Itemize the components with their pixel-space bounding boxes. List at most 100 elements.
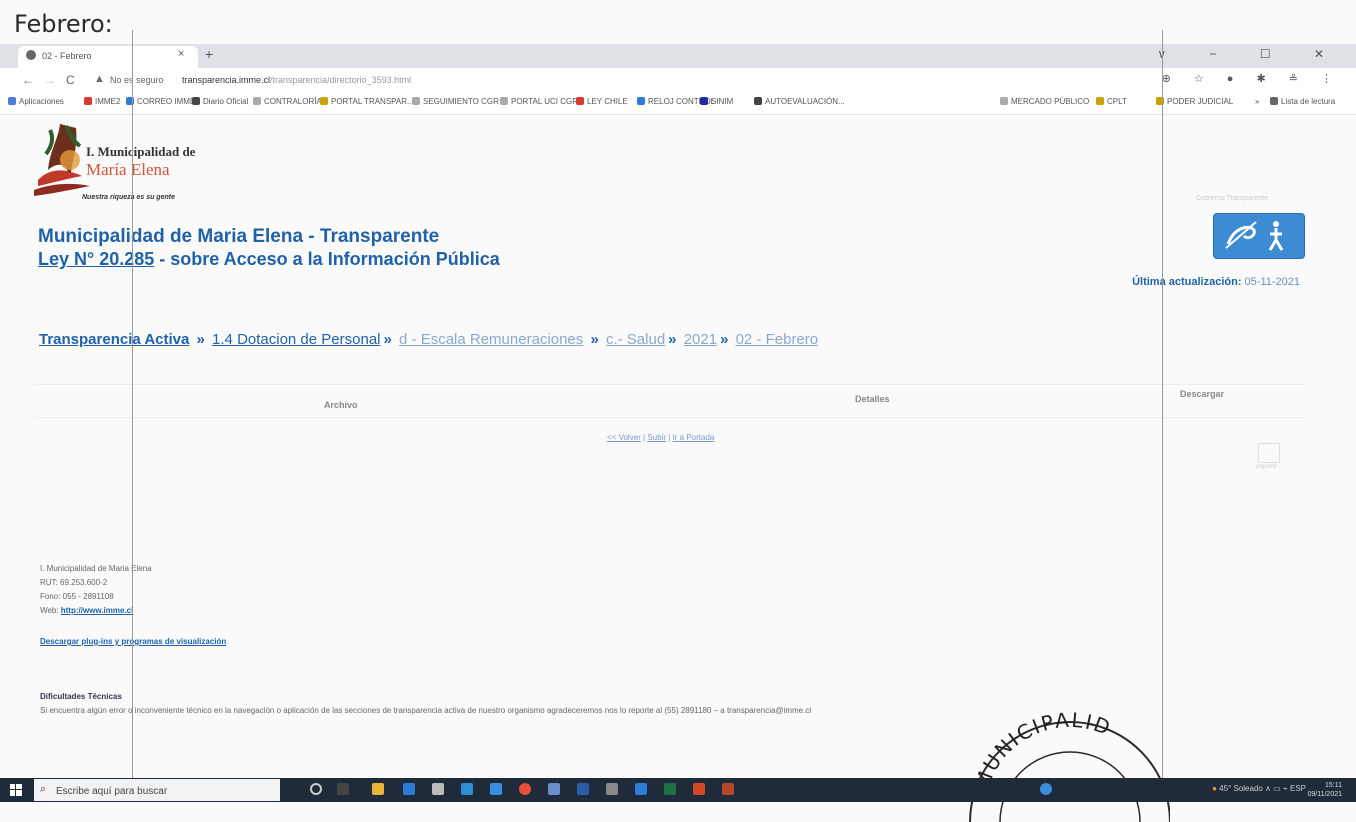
forward-button[interactable]: →	[44, 73, 56, 87]
bookmark-label: Lista de lectura	[1281, 97, 1336, 106]
toolbar-extension-icons[interactable]: ⊕ ☆ ● ✱ ≗ ⋮	[1162, 72, 1342, 85]
bookmark-icon	[320, 97, 328, 105]
tab-title: 02 - Febrero	[42, 51, 92, 61]
edge-icon[interactable]	[403, 783, 415, 795]
breadcrumb-item[interactable]: d - Escala Remuneraciones	[399, 331, 583, 348]
breadcrumb: Transparencia Activa » 1.4 Dotacion de P…	[39, 331, 818, 348]
last-update: Última actualización: 05-11-2021	[1132, 276, 1300, 288]
bookmark-item[interactable]: PODER JUDICIAL	[1156, 97, 1233, 106]
home-link[interactable]: Ir a Portada	[673, 433, 715, 442]
new-tab-button[interactable]: +	[205, 46, 213, 62]
bookmark-item[interactable]: LEY CHILE	[576, 97, 628, 106]
bookmark-item[interactable]: AUTOEVALUACIÓN...	[754, 97, 845, 106]
footer-web-link[interactable]: http://www.imme.cl	[61, 606, 134, 615]
phone-icon[interactable]	[490, 783, 502, 795]
file-explorer-icon[interactable]	[372, 783, 384, 795]
breadcrumb-separator: »	[720, 331, 729, 348]
footer-rut: RUT: 69.253.600-2	[40, 578, 108, 587]
print-icon[interactable]	[1258, 443, 1280, 463]
bookmark-item[interactable]: PORTAL UCI CGR	[500, 97, 578, 106]
bookmark-icon	[412, 97, 420, 105]
bookmark-item[interactable]: Lista de lectura	[1270, 97, 1335, 106]
back-link[interactable]: << Volver	[607, 433, 641, 442]
powerpoint-icon[interactable]	[693, 783, 705, 795]
tech-difficulties-text: Si encuentra algún error o inconveniente…	[40, 706, 812, 715]
gobierno-transparente-label: Gobierno Transparente	[1196, 195, 1268, 202]
bookmark-item[interactable]: CPLT	[1096, 97, 1127, 106]
page-subtitle: Ley N° 20.285 - sobre Acceso a la Inform…	[38, 249, 500, 270]
language-indicator: ESP	[1289, 784, 1306, 793]
municipal-stamp: MUNICIPALID	[969, 712, 1170, 822]
bookmark-icon	[84, 97, 92, 105]
weather-icon: ●	[1212, 784, 1217, 793]
bookmark-label: Diario Oficial	[203, 97, 249, 106]
breadcrumb-separator: »	[196, 331, 205, 348]
logo-text-line2: María Elena	[86, 160, 170, 179]
bookmark-item[interactable]: CONTRALORÍA	[253, 97, 322, 106]
address-bar[interactable]: transparencia.imme.cl/transparencia/dire…	[182, 75, 411, 85]
back-button[interactable]: ←	[22, 73, 34, 87]
tab-favicon-icon	[26, 50, 36, 60]
excel-icon[interactable]	[664, 783, 676, 795]
last-update-value: 05-11-2021	[1244, 276, 1300, 288]
store-icon[interactable]	[461, 783, 473, 795]
bookmark-icon	[700, 97, 708, 105]
bookmark-label: SEGUIMIENTO CGR	[423, 97, 499, 106]
bookmark-icon	[192, 97, 200, 105]
up-link[interactable]: Subir	[647, 433, 666, 442]
bookmark-item[interactable]: PORTAL TRANSPAR...	[320, 97, 414, 106]
bookmark-item[interactable]: MERCADO PÚBLICO	[1000, 97, 1089, 106]
calculator-icon[interactable]	[606, 783, 618, 795]
breadcrumb-item-current[interactable]: 02 - Febrero	[736, 331, 819, 348]
bookmark-item[interactable]: »	[1244, 97, 1259, 106]
column-header-descargar: Descargar	[1180, 389, 1225, 399]
bookmark-label: »	[1255, 97, 1260, 106]
taskbar-clock[interactable]: 15:11 09/11/2021	[1307, 781, 1342, 799]
breadcrumb-item[interactable]: 2021	[684, 331, 717, 348]
tab-close-icon[interactable]: ×	[178, 48, 184, 60]
bookmark-label: AUTOEVALUACIÓN...	[765, 97, 845, 106]
app-icon[interactable]	[548, 783, 560, 795]
bookmark-label: CORREO IMME	[137, 97, 196, 106]
bookmark-item[interactable]: IMME2	[84, 97, 120, 106]
network-app-icon[interactable]	[1040, 783, 1052, 795]
breadcrumb-item[interactable]: Transparencia Activa	[39, 331, 189, 348]
plugins-link[interactable]: Descargar plug-ins y programas de visual…	[40, 637, 226, 646]
cortana-icon[interactable]	[310, 783, 322, 795]
law-link[interactable]: Ley N° 20.285	[38, 249, 154, 269]
app-icon[interactable]	[722, 783, 734, 795]
bookmark-item[interactable]: CORREO IMME	[126, 97, 195, 106]
bookmark-icon	[754, 97, 762, 105]
app-icon[interactable]	[635, 783, 647, 795]
logo-text-line1: I. Municipalidad de	[86, 144, 196, 159]
breadcrumb-item[interactable]: c.- Salud	[606, 331, 665, 348]
reload-button[interactable]: C	[66, 73, 75, 87]
word-icon[interactable]	[577, 783, 589, 795]
task-view-icon[interactable]	[337, 783, 349, 795]
system-tray[interactable]: ● 45° Soleado ∧ ▭ ⌁ ESP	[1212, 784, 1306, 793]
windows-start-icon[interactable]	[10, 784, 22, 796]
column-header-archivo: Archivo	[324, 400, 358, 410]
bookmark-item[interactable]: Diario Oficial	[192, 97, 248, 106]
accessibility-icon	[1225, 221, 1284, 251]
weather-text: 45° Soleado	[1219, 784, 1263, 793]
bookmark-label: PODER JUDICIAL	[1167, 97, 1234, 106]
footer-web-label: Web:	[40, 606, 61, 615]
scan-line-artifact	[1162, 30, 1163, 802]
bookmark-item[interactable]: SEGUIMIENTO CGR	[412, 97, 499, 106]
chrome-icon[interactable]	[519, 783, 531, 795]
bookmark-label: PORTAL TRANSPAR...	[331, 97, 414, 106]
not-secure-label[interactable]: No es seguro	[110, 75, 164, 85]
bookmark-item[interactable]: Aplicaciones	[8, 97, 64, 106]
window-controls[interactable]: ∨ − ☐ ✕	[1157, 47, 1344, 61]
bookmark-item[interactable]: SINIM	[700, 97, 733, 106]
files-table-header	[34, 384, 1304, 418]
page-title: Municipalidad de Maria Elena - Transpare…	[38, 226, 440, 247]
mail-icon[interactable]	[432, 783, 444, 795]
bookmark-icon	[1244, 97, 1252, 105]
breadcrumb-separator: »	[383, 331, 392, 348]
last-update-label: Última actualización:	[1132, 276, 1242, 288]
breadcrumb-item[interactable]: 1.4 Dotacion de Personal	[212, 331, 380, 348]
accessibility-button[interactable]	[1213, 213, 1305, 259]
print-label[interactable]: imprimir	[1256, 464, 1277, 470]
